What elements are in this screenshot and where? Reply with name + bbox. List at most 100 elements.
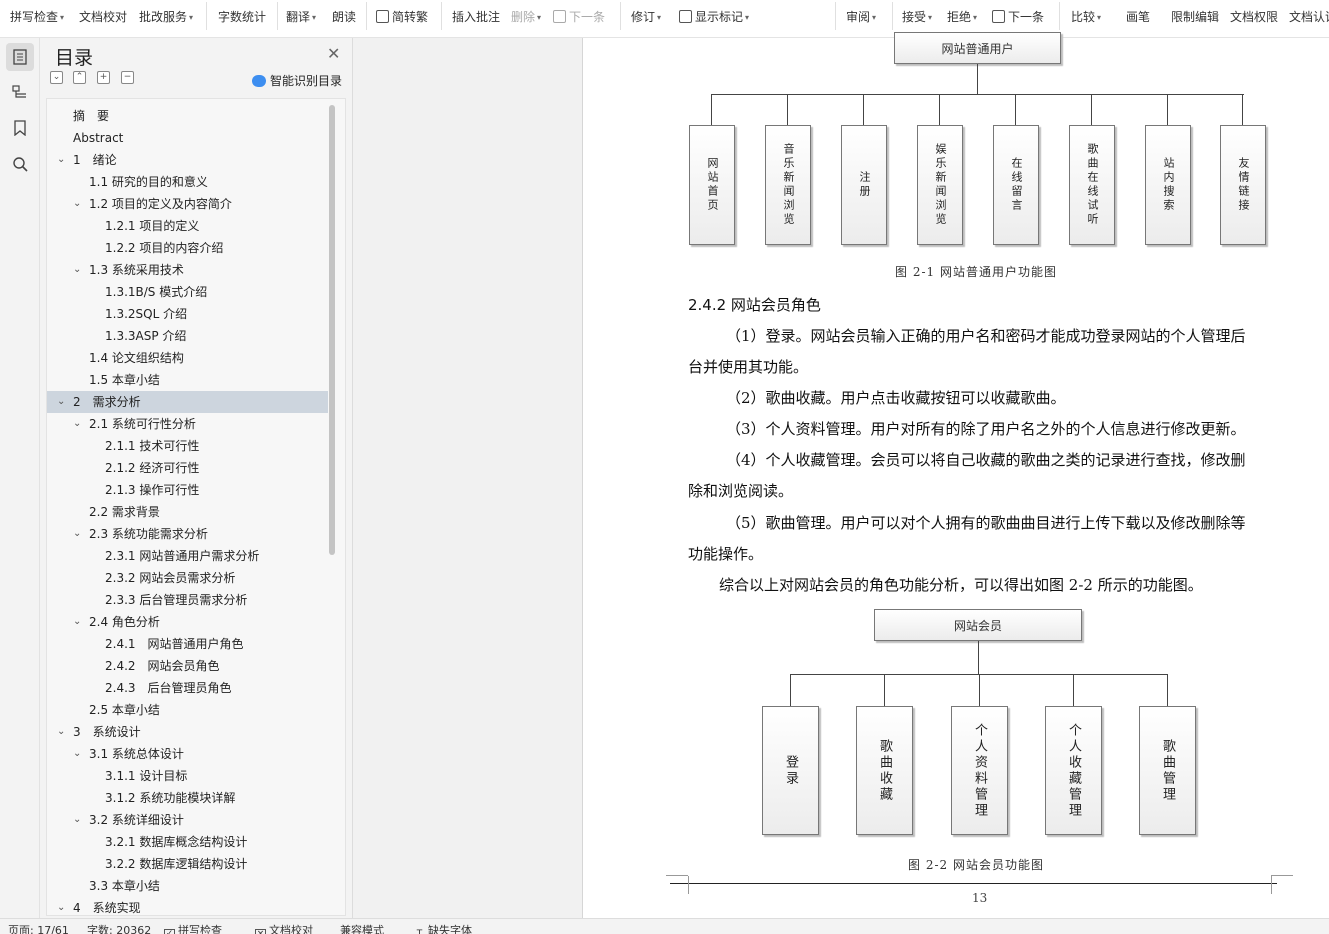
chevron-down-icon[interactable]: ⌄ bbox=[57, 149, 65, 171]
toc-title: 目录 bbox=[55, 47, 94, 69]
toc-item[interactable]: 2.5 本章小结 bbox=[47, 699, 328, 721]
toc-item[interactable]: ⌄ 2 需求分析 bbox=[47, 391, 328, 413]
toc-item[interactable]: 3.2.1 数据库概念结构设计 bbox=[47, 831, 328, 853]
chevron-down-icon[interactable]: ⌄ bbox=[73, 413, 81, 435]
toc-item[interactable]: 1.1 研究的目的和意义 bbox=[47, 171, 328, 193]
paragraph-line: （1）登录。网站会员输入正确的用户名和密码才能成功登录网站的个人管理后 bbox=[726, 327, 1246, 345]
connector-line bbox=[711, 94, 712, 125]
toc-item[interactable]: ⌄ 2.4 角色分析 bbox=[47, 611, 328, 633]
toc-item[interactable]: 2.2 需求背景 bbox=[47, 501, 328, 523]
toc-item-label: 1.3 系统采用技术 bbox=[89, 263, 184, 277]
toc-item[interactable]: 3.1.2 系统功能模块详解 bbox=[47, 787, 328, 809]
toc-pane-button[interactable] bbox=[6, 43, 34, 71]
toc-item[interactable]: 摘 要 bbox=[47, 105, 328, 127]
connector-line bbox=[787, 94, 788, 125]
toc-item[interactable]: 1.3.1B/S 模式介绍 bbox=[47, 281, 328, 303]
chapter-nav-button[interactable] bbox=[6, 78, 34, 106]
toc-item[interactable]: 1.2.1 项目的定义 bbox=[47, 215, 328, 237]
remove-heading-icon[interactable]: − bbox=[121, 71, 134, 84]
toc-item-label: 2.4 角色分析 bbox=[89, 615, 160, 629]
chevron-down-icon[interactable]: ⌄ bbox=[73, 523, 81, 545]
fig1-caption: 图 2-1 网站普通用户功能图 bbox=[895, 265, 1057, 279]
toc-item[interactable]: 1.3.3ASP 介绍 bbox=[47, 325, 328, 347]
document-page[interactable]: 网站普通用户 网站首页 音乐新闻浏览 注册 娱乐新闻浏览 在线留言 歌曲在线试听 站内搜索友… bbox=[582, 32, 1329, 918]
toc-item[interactable]: ⌄ 1.2 项目的定义及内容简介 bbox=[47, 193, 328, 215]
toc-item[interactable]: ⌄ 2.3 系统功能需求分析 bbox=[47, 523, 328, 545]
spell-check-toggle[interactable]: ✓ 拼写检查 bbox=[164, 922, 222, 934]
chevron-down-icon[interactable]: ⌄ bbox=[57, 897, 65, 915]
chapter-icon bbox=[12, 85, 26, 98]
fig1-child-box: 站内搜索 bbox=[1145, 125, 1191, 245]
word-processor-window: 拼写检查 ▾ 文档校对 批改服务 ▾ 字数统计 翻译 ▾ 朗读 简转繁 插入批注 删除… bbox=[0, 0, 1329, 934]
toc-item[interactable]: 1.3.2SQL 介绍 bbox=[47, 303, 328, 325]
toc-item-label: 2.3.3 后台管理员需求分析 bbox=[105, 593, 248, 607]
toc-item[interactable]: 3.1.1 设计目标 bbox=[47, 765, 328, 787]
find-button[interactable] bbox=[6, 150, 34, 178]
chevron-down-icon[interactable]: ⌄ bbox=[73, 259, 81, 281]
toc-item[interactable]: 1.2.2 项目的内容介绍 bbox=[47, 237, 328, 259]
toc-item[interactable]: 1.5 本章小结 bbox=[47, 369, 328, 391]
collapse-all-icon[interactable]: ⌃ bbox=[73, 71, 86, 84]
toc-item[interactable]: ⌄ 1 绪论 bbox=[47, 149, 328, 171]
toc-item[interactable]: 2.1.1 技术可行性 bbox=[47, 435, 328, 457]
toc-item[interactable]: ⌄ 1.3 系统采用技术 bbox=[47, 259, 328, 281]
connector-line bbox=[1242, 94, 1243, 125]
fig2-root-box: 网站会员 bbox=[874, 609, 1082, 641]
proofread-toggle[interactable]: × 文档校对 bbox=[255, 922, 313, 934]
toc-item[interactable]: ⌄ 2.1 系统可行性分析 bbox=[47, 413, 328, 435]
toc-item-label: 1.4 论文组织结构 bbox=[89, 351, 184, 365]
toc-item[interactable]: 2.1.2 经济可行性 bbox=[47, 457, 328, 479]
chevron-down-icon[interactable]: ⌄ bbox=[57, 721, 65, 743]
toc-item[interactable]: 2.1.3 操作可行性 bbox=[47, 479, 328, 501]
toc-item[interactable]: 2.4.3 后台管理员角色 bbox=[47, 677, 328, 699]
convert-icon bbox=[376, 10, 389, 23]
chevron-down-icon[interactable]: ⌄ bbox=[73, 809, 81, 831]
compat-mode-label: 兼容模式 bbox=[340, 924, 384, 934]
connector-line bbox=[884, 674, 885, 706]
add-heading-icon[interactable]: + bbox=[97, 71, 110, 84]
toc-item-label: 1 绪论 bbox=[73, 153, 117, 167]
toc-item-label: 1.2.1 项目的定义 bbox=[105, 219, 200, 233]
toc-item[interactable]: 2.4.2 网站会员角色 bbox=[47, 655, 328, 677]
fig1-child-box: 在线留言 bbox=[993, 125, 1039, 245]
toc-item-label: 2.4.1 网站普通用户角色 bbox=[105, 637, 244, 651]
document-margin bbox=[353, 38, 582, 918]
toc-item[interactable]: ⌄ 4 系统实现 bbox=[47, 897, 328, 915]
toc-item[interactable]: 2.4.1 网站普通用户角色 bbox=[47, 633, 328, 655]
word-count-indicator[interactable]: 字数: 20362 bbox=[87, 922, 151, 934]
toc-scrollbar[interactable] bbox=[329, 105, 335, 555]
toc-item[interactable]: 3.2.2 数据库逻辑结构设计 bbox=[47, 853, 328, 875]
close-icon[interactable]: ✕ bbox=[327, 44, 340, 63]
paragraph-line: 除和浏览阅读。 bbox=[688, 482, 794, 500]
paragraph-line: （3）个人资料管理。用户对所有的除了用户名之外的个人信息进行修改更新。 bbox=[726, 420, 1246, 438]
toc-item[interactable]: 1.4 论文组织结构 bbox=[47, 347, 328, 369]
toc-item-label: 2.3 系统功能需求分析 bbox=[89, 527, 208, 541]
page-indicator[interactable]: 页面: 17/61 bbox=[8, 922, 69, 934]
paragraph-line: 功能操作。 bbox=[688, 545, 764, 563]
toc-item-label: 1.2.2 项目的内容介绍 bbox=[105, 241, 224, 255]
expand-all-icon[interactable]: ⌄ bbox=[50, 71, 63, 84]
toc-item[interactable]: 3.3 本章小结 bbox=[47, 875, 328, 897]
chevron-down-icon[interactable]: ⌄ bbox=[57, 391, 65, 413]
toc-item[interactable]: Abstract bbox=[47, 127, 328, 149]
fig2-child-box: 个人资料管理 bbox=[951, 706, 1008, 835]
toc-item[interactable]: ⌄ 3.2 系统详细设计 bbox=[47, 809, 328, 831]
toc-item[interactable]: ⌄ 3 系统设计 bbox=[47, 721, 328, 743]
chevron-down-icon[interactable]: ⌄ bbox=[73, 611, 81, 633]
chevron-down-icon[interactable]: ⌄ bbox=[73, 743, 81, 765]
fig1-child-box: 歌曲在线试听 bbox=[1069, 125, 1115, 245]
toc-item[interactable]: ⌄ 3.1 系统总体设计 bbox=[47, 743, 328, 765]
toc-item[interactable]: 2.3.1 网站普通用户需求分析 bbox=[47, 545, 328, 567]
search-icon bbox=[13, 157, 28, 172]
toc-item-label: 2.2 需求背景 bbox=[89, 505, 160, 519]
toc-item[interactable]: 2.3.3 后台管理员需求分析 bbox=[47, 589, 328, 611]
smart-toc-button[interactable]: 智能识别目录 bbox=[252, 72, 342, 89]
toc-item-label: 摘 要 bbox=[73, 109, 110, 123]
missing-font-button[interactable]: T 缺失字体 bbox=[414, 922, 472, 934]
toc-item-label: Abstract bbox=[73, 131, 124, 145]
next-comment-icon bbox=[553, 10, 566, 23]
bookmark-button[interactable] bbox=[6, 114, 34, 142]
document-certify-button[interactable]: 文档认证 bbox=[1289, 0, 1329, 30]
toc-item[interactable]: 2.3.2 网站会员需求分析 bbox=[47, 567, 328, 589]
chevron-down-icon[interactable]: ⌄ bbox=[73, 193, 81, 215]
